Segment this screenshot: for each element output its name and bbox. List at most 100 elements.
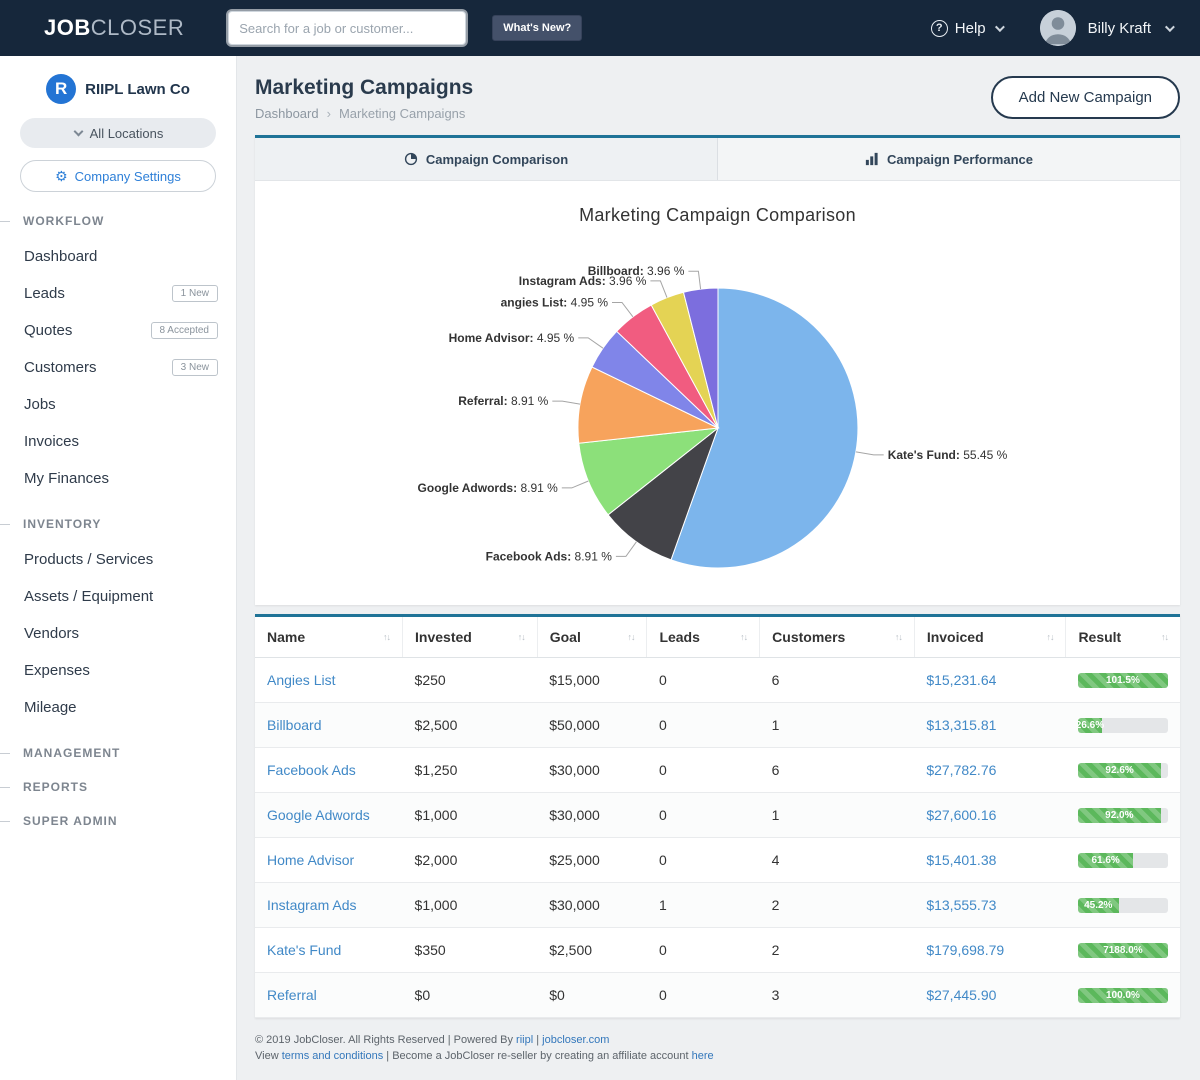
chart-title: Marketing Campaign Comparison bbox=[255, 205, 1180, 226]
breadcrumb-dashboard[interactable]: Dashboard bbox=[255, 106, 319, 121]
sidebar-item-dashboard[interactable]: Dashboard bbox=[0, 238, 236, 275]
invoiced-link[interactable]: $13,555.73 bbox=[926, 897, 996, 913]
invoiced-link[interactable]: $27,782.76 bbox=[926, 762, 996, 778]
whats-new-button[interactable]: What's New? bbox=[492, 15, 582, 41]
topbar-right: ? Help Billy Kraft bbox=[931, 10, 1172, 46]
chevron-down-icon[interactable] bbox=[1165, 22, 1175, 32]
leads-cell: 0 bbox=[647, 658, 760, 703]
user-name[interactable]: Billy Kraft bbox=[1088, 20, 1151, 37]
table-row: Kate's Fund $350 $2,500 0 2 $179,698.79 … bbox=[255, 928, 1180, 973]
campaign-link[interactable]: Billboard bbox=[267, 717, 321, 733]
campaign-chart-card: Campaign Comparison Campaign Performance… bbox=[255, 135, 1180, 605]
campaign-link[interactable]: Instagram Ads bbox=[267, 897, 357, 913]
invoiced-link[interactable]: $13,315.81 bbox=[926, 717, 996, 733]
column-header-invested[interactable]: Invested↑↓ bbox=[403, 617, 538, 658]
company-settings-button[interactable]: ⚙ Company Settings bbox=[20, 160, 216, 192]
invoiced-link[interactable]: $15,401.38 bbox=[926, 852, 996, 868]
campaign-link[interactable]: Angies List bbox=[267, 672, 335, 688]
logo-text-bold: JOB bbox=[44, 15, 91, 40]
sidebar-item-vendors[interactable]: Vendors bbox=[0, 615, 236, 652]
column-header-leads[interactable]: Leads↑↓ bbox=[647, 617, 760, 658]
sidebar-item-jobs[interactable]: Jobs bbox=[0, 386, 236, 423]
sort-icon[interactable]: ↑↓ bbox=[1046, 632, 1053, 642]
table-row: Billboard $2,500 $50,000 0 1 $13,315.81 … bbox=[255, 703, 1180, 748]
section-divider bbox=[0, 221, 10, 222]
nav-section-workflow: WORKFLOW bbox=[0, 214, 236, 228]
table-row: Angies List $250 $15,000 0 6 $15,231.64 … bbox=[255, 658, 1180, 703]
breadcrumb-separator-icon: › bbox=[327, 106, 331, 121]
section-divider bbox=[0, 524, 10, 525]
page-header: Marketing Campaigns Dashboard › Marketin… bbox=[255, 74, 1180, 121]
leads-cell: 0 bbox=[647, 793, 760, 838]
campaign-link[interactable]: Google Adwords bbox=[267, 807, 370, 823]
section-divider bbox=[0, 821, 10, 822]
campaign-link[interactable]: Facebook Ads bbox=[267, 762, 356, 778]
nav-section-management[interactable]: MANAGEMENT bbox=[0, 746, 236, 760]
sidebar-item-leads[interactable]: Leads 1 New bbox=[0, 275, 236, 312]
sidebar-item-mileage[interactable]: Mileage bbox=[0, 689, 236, 726]
avatar[interactable] bbox=[1040, 10, 1076, 46]
chevron-down-icon bbox=[73, 126, 83, 136]
campaign-link[interactable]: Referral bbox=[267, 987, 317, 1003]
locations-label: All Locations bbox=[90, 126, 164, 141]
sort-icon[interactable]: ↑↓ bbox=[1161, 632, 1168, 642]
campaign-table: Name↑↓ Invested↑↓ Goal↑↓ Leads↑↓ Custome… bbox=[255, 617, 1180, 1018]
tab-campaign-comparison[interactable]: Campaign Comparison bbox=[255, 138, 717, 180]
sidebar-item-expenses[interactable]: Expenses bbox=[0, 652, 236, 689]
sidebar-item-my-finances[interactable]: My Finances bbox=[0, 460, 236, 497]
terms-link[interactable]: terms and conditions bbox=[282, 1050, 384, 1062]
column-header-name[interactable]: Name↑↓ bbox=[255, 617, 403, 658]
column-header-goal[interactable]: Goal↑↓ bbox=[537, 617, 647, 658]
search-input[interactable] bbox=[228, 11, 466, 45]
add-new-campaign-button[interactable]: Add New Campaign bbox=[991, 76, 1180, 119]
chevron-down-icon bbox=[995, 22, 1005, 32]
main-content: Marketing Campaigns Dashboard › Marketin… bbox=[237, 56, 1200, 1080]
affiliate-link[interactable]: here bbox=[692, 1050, 714, 1062]
column-header-customers[interactable]: Customers↑↓ bbox=[760, 617, 915, 658]
invested-cell: $1,250 bbox=[403, 748, 538, 793]
sort-icon[interactable]: ↑↓ bbox=[627, 632, 634, 642]
pie-label-home-advisor: Home Advisor: 4.95 % bbox=[449, 331, 575, 345]
sort-icon[interactable]: ↑↓ bbox=[518, 632, 525, 642]
sidebar-item-products-services[interactable]: Products / Services bbox=[0, 541, 236, 578]
sidebar-item-assets-equipment[interactable]: Assets / Equipment bbox=[0, 578, 236, 615]
sidebar-item-customers[interactable]: Customers 3 New bbox=[0, 349, 236, 386]
column-header-result[interactable]: Result↑↓ bbox=[1066, 617, 1180, 658]
campaign-link[interactable]: Home Advisor bbox=[267, 852, 354, 868]
tab-campaign-performance[interactable]: Campaign Performance bbox=[717, 138, 1180, 180]
breadcrumb-current: Marketing Campaigns bbox=[339, 106, 465, 121]
invoiced-link[interactable]: $179,698.79 bbox=[926, 942, 1004, 958]
help-menu[interactable]: ? Help bbox=[931, 20, 1002, 37]
nav-section-super-admin[interactable]: SUPER ADMIN bbox=[0, 814, 236, 828]
campaign-link[interactable]: Kate's Fund bbox=[267, 942, 341, 958]
company-logo: R bbox=[46, 74, 76, 104]
customers-badge: 3 New bbox=[172, 359, 218, 376]
column-header-invoiced[interactable]: Invoiced↑↓ bbox=[914, 617, 1066, 658]
pie-label-billboard: Billboard: 3.96 % bbox=[588, 264, 685, 278]
invoiced-link[interactable]: $27,600.16 bbox=[926, 807, 996, 823]
pie-label-connector bbox=[856, 452, 884, 455]
jobcloser-logo[interactable]: JOBCLOSER bbox=[44, 15, 184, 41]
customers-cell: 6 bbox=[760, 748, 915, 793]
invoiced-link[interactable]: $15,231.64 bbox=[926, 672, 996, 688]
jobcloser-link[interactable]: jobcloser.com bbox=[542, 1034, 609, 1046]
help-icon: ? bbox=[931, 20, 948, 37]
quotes-badge: 8 Accepted bbox=[151, 322, 218, 339]
logo-text-light: CLOSER bbox=[91, 15, 184, 40]
nav-section-inventory: INVENTORY bbox=[0, 517, 236, 531]
invoiced-link[interactable]: $27,445.90 bbox=[926, 987, 996, 1003]
leads-cell: 0 bbox=[647, 928, 760, 973]
table-row: Referral $0 $0 0 3 $27,445.90 100.0% bbox=[255, 973, 1180, 1018]
nav-section-reports[interactable]: REPORTS bbox=[0, 780, 236, 794]
sort-icon[interactable]: ↑↓ bbox=[740, 632, 747, 642]
sort-icon[interactable]: ↑↓ bbox=[895, 632, 902, 642]
footer: © 2019 JobCloser. All Rights Reserved | … bbox=[255, 1032, 1180, 1064]
sidebar-item-quotes[interactable]: Quotes 8 Accepted bbox=[0, 312, 236, 349]
settings-label: Company Settings bbox=[75, 169, 181, 184]
locations-dropdown[interactable]: All Locations bbox=[20, 118, 216, 148]
sidebar-item-invoices[interactable]: Invoices bbox=[0, 423, 236, 460]
pie-label-angies-list: angies List: 4.95 % bbox=[501, 296, 609, 310]
riipl-link[interactable]: riipl bbox=[516, 1034, 533, 1046]
pie-chart-area: Marketing Campaign Comparison Kate's Fun… bbox=[255, 181, 1180, 605]
sort-icon[interactable]: ↑↓ bbox=[383, 632, 390, 642]
